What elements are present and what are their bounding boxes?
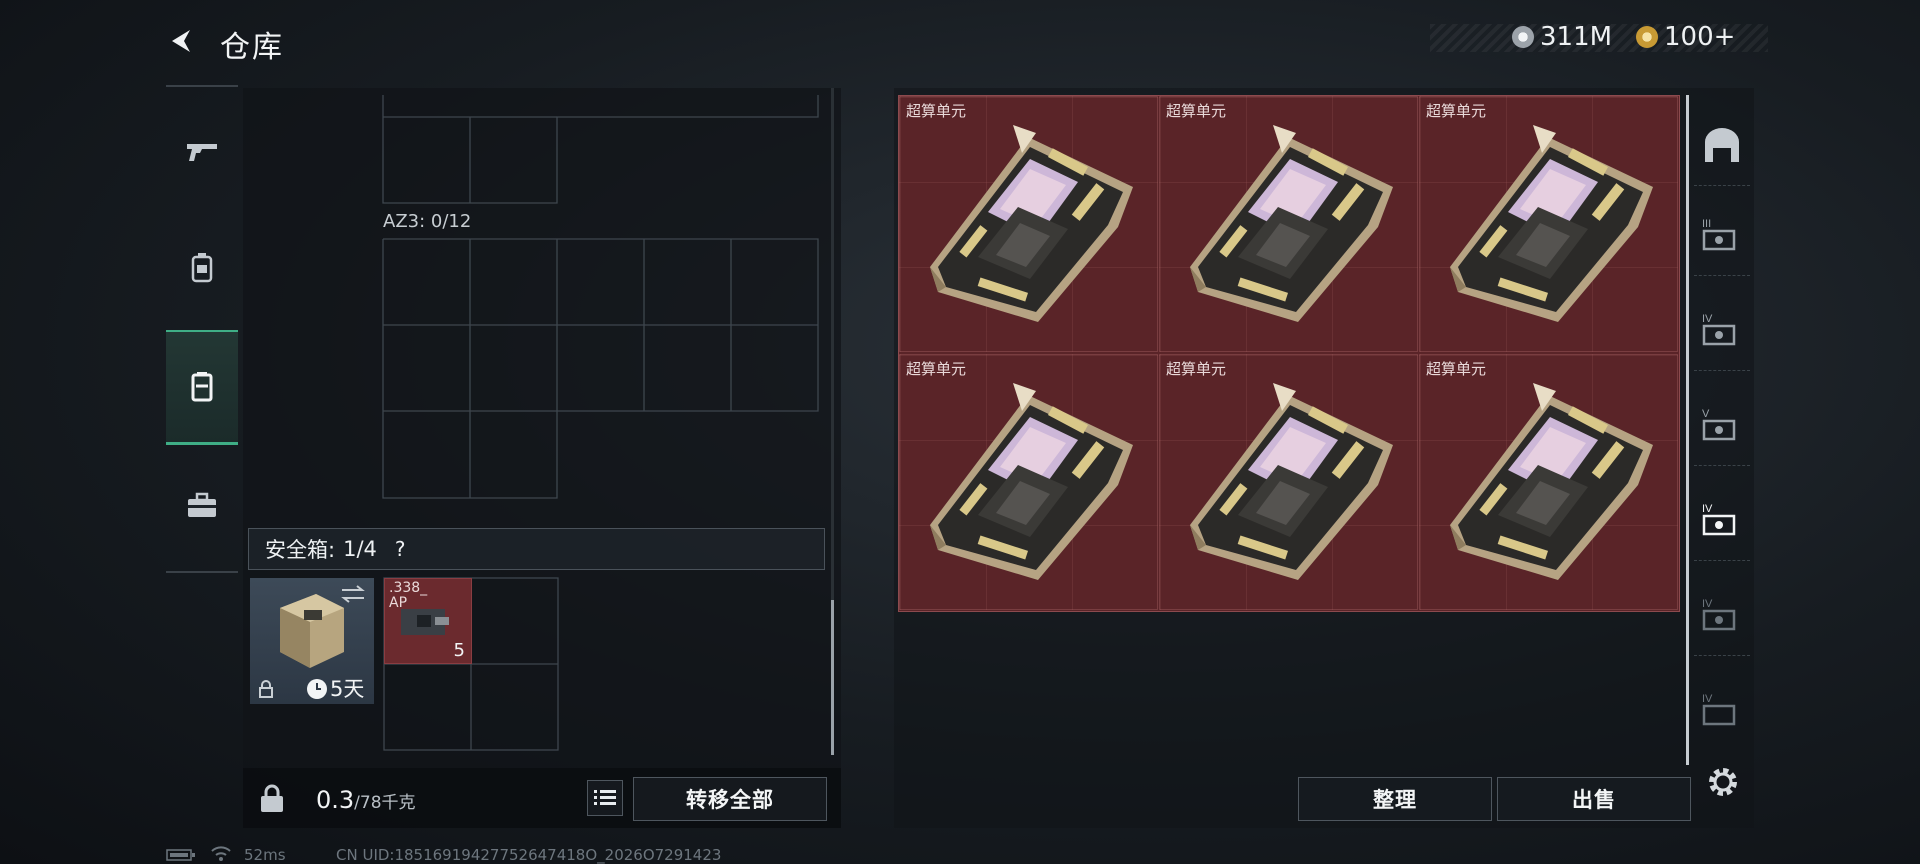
container-grids [382,95,819,499]
slot-iv-active-icon: IV [1702,503,1736,536]
rail-item-weapon[interactable] [166,96,238,206]
slot-iv-icon: IV [1702,313,1736,346]
side-tab-home[interactable] [1694,105,1750,186]
toolbox-icon [188,492,216,517]
slot-v-icon: V [1702,408,1736,441]
vest-icon [191,372,213,402]
page-title: 仓库 [220,30,284,65]
weight-max: /78千克 [354,793,416,813]
home-case-icon [1705,128,1739,162]
svg-text:IV: IV [1702,598,1713,610]
ammo-box-icon [401,609,449,635]
compute-unit-icon [930,125,1133,322]
svg-text:IV: IV [1702,693,1713,705]
item-slot[interactable]: 超算单元 [1419,96,1678,352]
item-slot[interactable]: 超算单元 [1159,354,1418,610]
gun-icon [187,144,217,161]
stash-items-area: 超算单元 超算单元 超算单元 超算单元 超算单元 超算单元 [898,95,1680,612]
compute-unit-icon [1450,383,1653,580]
side-tab-slot-iv-b[interactable]: IV [1694,575,1750,656]
side-tab-slot-iii[interactable]: III [1694,195,1750,276]
rail-item-toolbox[interactable] [166,450,238,560]
list-icon [594,790,616,805]
battery-icon [166,849,195,861]
safe-box-count: 1/4 [343,537,377,561]
svg-text:III: III [1702,218,1711,230]
swap-icon[interactable] [340,584,366,604]
side-tab-slot-iv-c[interactable]: IV [1694,670,1750,750]
item-slot[interactable]: 超算单元 [1419,354,1678,610]
coin-balance[interactable]: 311M [1512,22,1612,52]
uid-readout: CN UID:18516919427752647418O_2026O729142… [336,846,722,864]
weight-readout: 0.3 /78千克 [316,786,416,814]
slot-iv-b-icon: IV [1702,598,1736,631]
weight-lock-icon [261,784,283,812]
lock-icon [259,680,273,698]
settings-gear-icon[interactable] [1706,765,1740,799]
coin-amount: 311M [1540,22,1613,52]
transfer-all-button[interactable]: 转移全部 [633,777,827,821]
time-left: 5天 [330,677,365,701]
safe-box-label: 安全箱: [265,538,336,562]
item-slot[interactable]: 超算单元 [1159,96,1418,352]
weight-current: 0.3 [316,786,355,814]
ticket-icon [1636,26,1658,48]
compute-unit-icon [1190,125,1393,322]
side-tab-slot-iv-active[interactable]: IV [1694,480,1750,561]
rail-item-vest[interactable] [166,330,238,445]
ticket-balance[interactable]: 100+ [1636,22,1735,52]
slot-iv-c-icon: IV [1702,693,1736,726]
rail-item-backpack[interactable] [166,213,238,323]
stash-scrollbar[interactable] [1686,95,1689,765]
svg-text:V: V [1702,408,1710,420]
az3-capacity-label: AZ3: 0/12 [383,211,472,232]
clock-icon [307,679,327,699]
ticket-amount: 100+ [1664,22,1736,52]
safe-box-slot[interactable]: 5天 [250,578,374,704]
side-tab-slot-iv[interactable]: IV [1694,290,1750,371]
ammo-item[interactable]: .338_ AP 5 [384,578,472,664]
item-slot[interactable]: 超算单元 [899,354,1158,610]
wifi-icon [211,846,231,861]
svg-text:IV: IV [1702,313,1713,325]
coin-icon [1512,26,1534,48]
inventory-scroll-thumb[interactable] [831,600,834,755]
list-view-button[interactable] [587,780,623,816]
side-tab-slot-v[interactable]: V [1694,385,1750,466]
compute-unit-icon [1190,383,1393,580]
item-slot[interactable]: 超算单元 [899,96,1158,352]
help-icon[interactable]: ? [395,537,406,561]
ammo-count: 5 [453,640,465,661]
sort-button[interactable]: 整理 [1298,777,1492,821]
compute-unit-icon [1450,125,1653,322]
svg-text:IV: IV [1702,503,1713,515]
slot-iii-icon: III [1702,218,1736,251]
backpack-icon [191,253,213,283]
safe-box-bar: 安全箱: 1/4 ? [248,528,825,570]
sell-button[interactable]: 出售 [1497,777,1691,821]
back-arrow-icon[interactable] [166,26,196,56]
ping-readout: 52ms [244,846,286,864]
safe-case-icon [280,594,344,668]
compute-unit-icon [930,383,1133,580]
